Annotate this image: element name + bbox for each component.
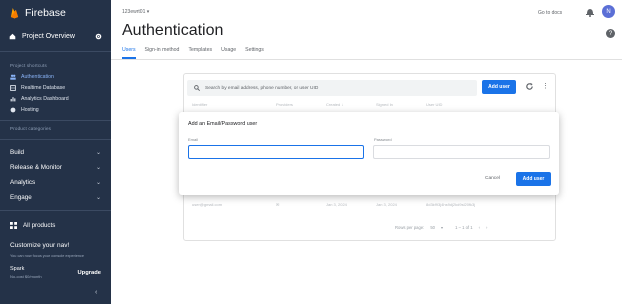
chevron-down-icon: ⌄ [95, 195, 101, 201]
upgrade-button[interactable]: Upgrade [77, 270, 101, 276]
sidebar-divider [0, 210, 111, 211]
page-range: 1 – 1 of 1 [455, 225, 473, 230]
brand-name: Firebase [25, 7, 66, 19]
gear-icon[interactable] [95, 33, 102, 40]
sidebar-divider [0, 139, 111, 140]
cancel-button[interactable]: Cancel [485, 176, 500, 181]
home-icon [9, 33, 16, 39]
sidebar-all-products[interactable]: All products [0, 216, 111, 234]
sidebar-group-release-monitor[interactable]: Release & Monitor ⌄ [0, 160, 111, 175]
column-header[interactable]: Signed In [376, 102, 426, 107]
dialog-title: Add an Email/Password user [188, 121, 258, 127]
user-identifier: user@gmail.com [192, 202, 223, 207]
rows-per-page-select[interactable]: 50 [430, 225, 435, 230]
sidebar-group-analytics[interactable]: Analytics ⌄ [0, 175, 111, 190]
sidebar-item-analytics-dashboard[interactable]: Analytics Dashboard [0, 93, 111, 104]
user-signed-in: Jan 3, 2024 [376, 202, 397, 207]
chevron-down-icon: ⌄ [95, 165, 101, 171]
tab-bar: Users Sign-in method Templates Usage Set… [122, 47, 264, 53]
sidebar-group-engage[interactable]: Engage ⌄ [0, 190, 111, 205]
password-field[interactable] [373, 145, 550, 159]
tab-sign-in-method[interactable]: Sign-in method [145, 47, 180, 53]
column-header[interactable]: Providers [276, 102, 326, 107]
users-icon [10, 74, 16, 80]
sidebar-item-hosting[interactable]: Hosting [0, 104, 111, 115]
table-row[interactable]: user@gmail.com ✉ Jan 3, 2024 Jan 3, 2024… [192, 202, 532, 207]
user-uid: 8d3kf93j4hs9dj2kd9sl20fk3j [426, 202, 476, 207]
tab-usage[interactable]: Usage [221, 47, 236, 53]
column-header[interactable]: User UID [426, 102, 516, 107]
refresh-icon[interactable] [525, 82, 534, 91]
sidebar-item-authentication[interactable]: Authentication [0, 71, 111, 82]
sidebar-item-label: Analytics Dashboard [21, 95, 69, 102]
tab-users[interactable]: Users [122, 47, 136, 53]
page-title: Authentication [122, 22, 224, 39]
project-selector[interactable]: 123ewrt01 ▾ [122, 9, 149, 15]
database-icon [10, 84, 16, 91]
users-table-header: Identifier Providers Created ↓ Signed In… [192, 102, 516, 107]
plan-description: No-cost $0/month [10, 274, 42, 279]
go-to-docs-link[interactable]: Go to docs [538, 10, 562, 16]
chevron-down-icon: ⌄ [95, 180, 101, 186]
notifications-bell-icon[interactable] [585, 7, 595, 17]
grid-icon [10, 221, 17, 229]
firebase-logo-icon [10, 8, 19, 19]
user-search-bar[interactable]: Search by email address, phone number, o… [187, 80, 477, 96]
sidebar-item-label: Hosting [21, 106, 39, 113]
section-categories-label: Product categories [10, 126, 52, 131]
plan-name: Spark [10, 266, 25, 272]
email-label: Email [188, 137, 199, 142]
sidebar-item-label: Authentication [21, 73, 54, 80]
avatar[interactable]: N [602, 5, 615, 18]
customize-nav-promo: Customize your nav! You can now focus yo… [0, 236, 111, 285]
more-options-icon[interactable]: ⋮ [542, 82, 549, 90]
bar-chart-icon [10, 96, 16, 101]
sidebar-item-realtime-database[interactable]: Realtime Database [0, 82, 111, 93]
next-page-icon[interactable]: › [486, 225, 487, 230]
user-created: Jan 3, 2024 [326, 202, 347, 207]
rows-per-page-label: Rows per page: [395, 225, 425, 230]
dialog-add-user-button[interactable]: Add user [516, 172, 551, 186]
chevron-down-icon: ⌄ [95, 150, 101, 156]
sidebar-item-label: Realtime Database [21, 84, 66, 91]
sidebar-divider [0, 51, 111, 52]
sidebar: Firebase Project Overview Project shortc… [0, 0, 111, 304]
header-divider [111, 59, 622, 60]
brand[interactable]: Firebase [0, 0, 111, 26]
group-label: Build [10, 149, 25, 156]
group-label: Analytics [10, 179, 36, 186]
plan-row: Spark No-cost $0/month Upgrade [10, 266, 101, 279]
email-field[interactable] [188, 145, 364, 159]
globe-icon [10, 107, 16, 112]
all-products-label: All products [23, 221, 56, 229]
project-overview[interactable]: Project Overview [0, 26, 111, 46]
group-label: Engage [10, 194, 32, 201]
sidebar-group-build[interactable]: Build ⌄ [0, 145, 111, 160]
provider-email-icon: ✉ [276, 202, 280, 207]
add-user-button[interactable]: Add user [482, 80, 516, 94]
pagination: Rows per page: 50 ▾ 1 – 1 of 1 ‹ › [395, 225, 487, 230]
tab-settings[interactable]: Settings [245, 47, 264, 53]
search-icon [194, 85, 200, 91]
promo-title: Customize your nav! [10, 242, 70, 249]
add-user-dialog: Add an Email/Password user Email Passwor… [179, 112, 559, 195]
chevron-down-icon[interactable]: ▾ [441, 225, 443, 230]
project-overview-label: Project Overview [22, 32, 75, 40]
help-icon[interactable]: ? [606, 29, 615, 38]
column-header[interactable]: Created ↓ [326, 102, 376, 107]
column-header[interactable]: Identifier [192, 102, 276, 107]
sidebar-divider [0, 120, 111, 121]
password-label: Password [374, 137, 392, 142]
collapse-sidebar-icon[interactable]: ‹ [95, 289, 97, 296]
section-shortcuts-label: Project shortcuts [10, 63, 47, 68]
tab-templates[interactable]: Templates [188, 47, 212, 53]
previous-page-icon[interactable]: ‹ [479, 225, 480, 230]
promo-text: You can now focus your console experienc… [10, 254, 84, 258]
group-label: Release & Monitor [10, 164, 62, 171]
search-input[interactable]: Search by email address, phone number, o… [205, 86, 318, 91]
